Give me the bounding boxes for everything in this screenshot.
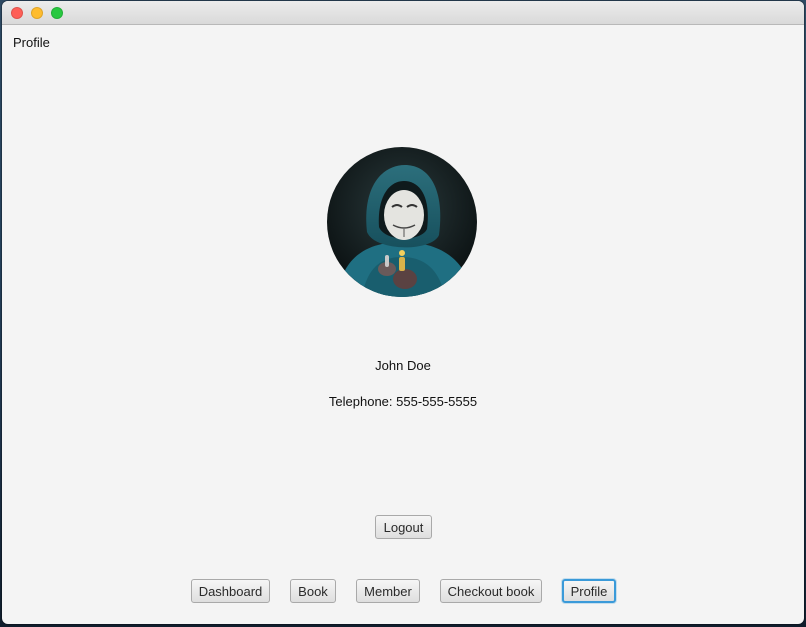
maximize-icon[interactable]	[51, 7, 63, 19]
nav-book-button[interactable]: Book	[290, 579, 336, 603]
close-icon[interactable]	[11, 7, 23, 19]
nav-dashboard-button[interactable]: Dashboard	[191, 579, 270, 603]
title-bar	[2, 1, 804, 25]
nav-checkout-book-button[interactable]: Checkout book	[440, 579, 542, 603]
nav-member-button[interactable]: Member	[356, 579, 420, 603]
user-telephone: Telephone: 555-555-5555	[328, 394, 478, 409]
nav-profile-button[interactable]: Profile	[562, 579, 616, 603]
avatar	[327, 147, 477, 297]
logout-button[interactable]: Logout	[375, 515, 432, 539]
user-name: John Doe	[375, 358, 431, 373]
app-window: Profile John Doe Telephone: 555-555-5555…	[2, 1, 804, 624]
minimize-icon[interactable]	[31, 7, 43, 19]
page-title: Profile	[13, 35, 50, 50]
